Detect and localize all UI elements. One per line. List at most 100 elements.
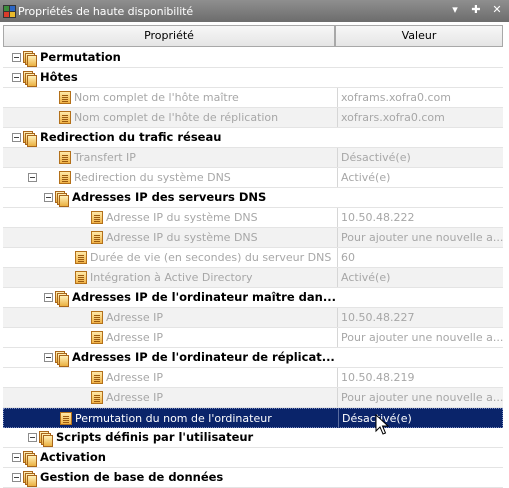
property-label: Nom complet de l'hôte de réplication <box>74 111 279 124</box>
collapse-toggle-icon[interactable] <box>12 133 21 142</box>
property-label: Scripts définis par l'utilisateur <box>56 430 254 444</box>
property-value[interactable]: 10.50.48.222 <box>337 208 503 227</box>
property-cell[interactable]: Adresse IP <box>3 328 337 347</box>
property-label: Adresses IP de l'ordinateur maître dan..… <box>72 290 336 304</box>
property-cell[interactable]: Durée de vie (en secondes) du serveur DN… <box>3 248 337 267</box>
property-value[interactable]: xofrars.xofra0.com <box>337 108 503 127</box>
category-row[interactable]: Hôtes <box>3 68 503 88</box>
property-value <box>337 128 503 147</box>
property-cell[interactable]: Redirection du trafic réseau <box>3 128 337 147</box>
property-icon <box>75 251 87 264</box>
property-icon <box>75 271 87 284</box>
property-value[interactable]: Activé(e) <box>337 168 503 187</box>
property-label: Redirection du trafic réseau <box>40 130 222 144</box>
property-row[interactable]: Adresse IP du système DNS 10.50.48.222 <box>3 208 503 228</box>
property-icon <box>60 412 72 425</box>
category-row[interactable]: Adresses IP de l'ordinateur de réplicat.… <box>3 348 503 368</box>
property-cell[interactable]: Permutation du nom de l'ordinateur <box>4 409 338 428</box>
property-icon <box>91 391 103 404</box>
property-value <box>337 428 503 447</box>
title-bar: Propriétés de haute disponibilité ▾ ✚ ✕ <box>0 0 509 22</box>
property-cell[interactable]: Intégration à Active Directory <box>3 268 337 287</box>
property-row[interactable]: Transfert IP Désactivé(e) <box>3 148 503 168</box>
property-cell[interactable]: Permutation <box>3 48 337 67</box>
property-label: Nom complet de l'hôte maître <box>74 91 239 104</box>
column-header-value[interactable]: Valeur <box>335 25 503 47</box>
property-cell[interactable]: Redirection du système DNS <box>3 168 337 187</box>
property-value[interactable]: 60 <box>337 248 503 267</box>
property-cell[interactable]: Adresse IP <box>3 308 337 327</box>
dropdown-arrow-icon[interactable]: ▾ <box>449 2 461 18</box>
property-group-icon <box>23 51 37 67</box>
property-row[interactable]: Durée de vie (en secondes) du serveur DN… <box>3 248 503 268</box>
property-cell[interactable]: Adresse IP <box>3 368 337 387</box>
property-label: Adresses IP des serveurs DNS <box>72 190 267 204</box>
property-row[interactable]: Redirection du système DNS Activé(e) <box>3 168 503 188</box>
property-row[interactable]: Nom complet de l'hôte maître xoframs.xofr… <box>3 88 503 108</box>
property-cell[interactable]: Nom complet de l'hôte maître <box>3 88 337 107</box>
property-label: Durée de vie (en secondes) du serveur DN… <box>90 251 332 264</box>
collapse-toggle-icon[interactable] <box>12 53 21 62</box>
property-value[interactable]: 10.50.48.219 <box>337 368 503 387</box>
property-icon <box>91 371 103 384</box>
property-row[interactable]: Adresse IP Pour ajouter une nouvelle a... <box>3 328 503 348</box>
collapse-toggle-icon[interactable] <box>12 453 21 462</box>
property-row[interactable]: Adresse IP Pour ajouter une nouvelle a... <box>3 388 503 408</box>
collapse-toggle-icon[interactable] <box>44 193 53 202</box>
property-value[interactable]: Pour ajouter une nouvelle a... <box>337 388 503 407</box>
collapse-toggle-icon[interactable] <box>28 433 37 442</box>
property-label: Adresse IP <box>106 311 163 324</box>
property-row[interactable]: Permutation du nom de l'ordinateur Désact… <box>3 408 503 428</box>
collapse-toggle-icon[interactable] <box>12 473 21 482</box>
property-value <box>337 448 503 467</box>
property-value[interactable]: xoframs.xofra0.com <box>337 88 503 107</box>
collapse-toggle-icon[interactable] <box>44 293 53 302</box>
property-row[interactable]: Intégration à Active Directory Activé(e) <box>3 268 503 288</box>
property-row[interactable]: Adresse IP 10.50.48.219 <box>3 368 503 388</box>
property-value[interactable]: 10.50.48.227 <box>337 308 503 327</box>
collapse-toggle-icon[interactable] <box>28 173 37 182</box>
category-row[interactable]: Activation <box>3 448 503 468</box>
property-value[interactable]: Pour ajouter une nouvelle a... <box>337 228 503 247</box>
property-group-icon <box>23 471 37 487</box>
property-row[interactable]: Adresse IP 10.50.48.227 <box>3 308 503 328</box>
property-icon <box>59 151 71 164</box>
property-value[interactable]: Désactivé(e) <box>337 148 503 167</box>
property-cell[interactable]: Nom complet de l'hôte de réplication <box>3 108 337 127</box>
property-value[interactable]: Pour ajouter une nouvelle a... <box>337 328 503 347</box>
category-row[interactable]: Redirection du trafic réseau <box>3 128 503 148</box>
collapse-toggle-icon[interactable] <box>44 353 53 362</box>
property-value <box>337 188 503 207</box>
property-row[interactable]: Adresse IP du système DNS Pour ajouter un… <box>3 228 503 248</box>
property-label: Redirection du système DNS <box>74 171 231 184</box>
property-cell[interactable]: Adresses IP de l'ordinateur maître dan..… <box>3 288 337 307</box>
property-row[interactable]: Nom complet de l'hôte de réplication xofr… <box>3 108 503 128</box>
property-icon <box>91 311 103 324</box>
property-cell[interactable]: Hôtes <box>3 68 337 87</box>
property-cell[interactable]: Adresse IP <box>3 388 337 407</box>
column-header-property[interactable]: Propriété <box>3 25 335 47</box>
pin-icon[interactable]: ✚ <box>470 2 482 18</box>
property-cell[interactable]: Activation <box>3 448 337 467</box>
property-cell[interactable]: Adresse IP du système DNS <box>3 228 337 247</box>
collapse-toggle-icon[interactable] <box>12 73 21 82</box>
property-cell[interactable]: Gestion de base de données <box>3 468 337 487</box>
category-row[interactable]: Permutation <box>3 48 503 68</box>
category-row[interactable]: Scripts définis par l'utilisateur <box>3 428 503 448</box>
property-cell[interactable]: Adresses IP de l'ordinateur de réplicat.… <box>3 348 337 367</box>
mouse-cursor-icon <box>375 414 389 435</box>
property-cell[interactable]: Transfert IP <box>3 148 337 167</box>
category-row[interactable]: Adresses IP des serveurs DNS <box>3 188 503 208</box>
property-value <box>337 468 503 487</box>
property-cell[interactable]: Adresses IP des serveurs DNS <box>3 188 337 207</box>
property-cell[interactable]: Adresse IP du système DNS <box>3 208 337 227</box>
category-row[interactable]: Adresses IP de l'ordinateur maître dan..… <box>3 288 503 308</box>
category-row[interactable]: Gestion de base de données <box>3 468 503 488</box>
property-group-icon <box>55 291 69 307</box>
property-value[interactable]: Désactivé(e) <box>338 409 504 428</box>
close-icon[interactable]: ✕ <box>491 2 503 18</box>
property-icon <box>59 171 71 184</box>
property-value[interactable]: Activé(e) <box>337 268 503 287</box>
property-cell[interactable]: Scripts définis par l'utilisateur <box>3 428 337 447</box>
column-header: Propriété Valeur <box>0 22 509 48</box>
